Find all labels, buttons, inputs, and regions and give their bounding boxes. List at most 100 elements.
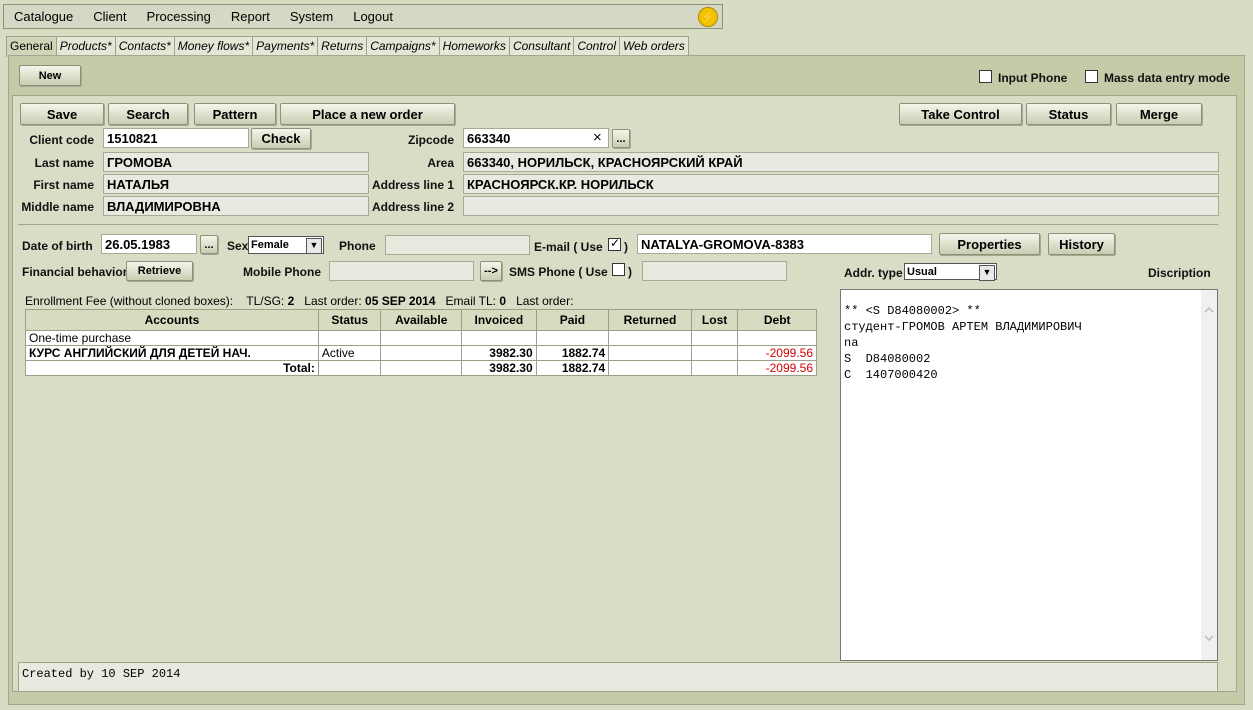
mobile-phone-input[interactable] — [329, 261, 474, 281]
cell — [380, 360, 463, 376]
cell: Active — [317, 345, 382, 361]
sms-phone-input[interactable] — [642, 261, 787, 281]
pattern-button[interactable]: Pattern — [194, 103, 276, 125]
cell — [608, 330, 692, 346]
address-line1-input[interactable]: КРАСНОЯРСК.КР. НОРИЛЬСК — [463, 174, 1219, 194]
sex-select[interactable]: Female ▼ — [248, 236, 324, 254]
tab-campaigns[interactable]: Campaigns* — [366, 36, 440, 56]
sms-use-label: SMS Phone ( Use — [509, 265, 608, 279]
tab-consultant[interactable]: Consultant — [508, 36, 575, 56]
new-button[interactable]: New — [19, 65, 81, 86]
scrollbar[interactable] — [1201, 290, 1217, 660]
menu-processing[interactable]: Processing — [137, 9, 221, 24]
chevron-down-icon: ▼ — [306, 238, 322, 254]
tab-web-orders[interactable]: Web orders — [619, 36, 689, 56]
description-textarea[interactable]: ** <S D84080002> ** студент-ГРОМОВ АРТЕМ… — [840, 289, 1218, 661]
phone-label: Phone — [339, 239, 376, 253]
email-input[interactable]: NATALYA-GROMOVA-8383 — [637, 234, 932, 254]
enrollment-fee-label: Enrollment Fee (without cloned boxes): — [25, 294, 234, 308]
col-returned[interactable]: Returned — [608, 309, 692, 331]
tl-sg-value: 2 — [287, 294, 295, 308]
sex-label: Sex — [227, 239, 249, 253]
zipcode-browse-button[interactable]: ... — [612, 129, 630, 148]
menu-catalogue[interactable]: Catalogue — [4, 9, 83, 24]
mass-entry-checkbox[interactable] — [1085, 70, 1098, 83]
tab-homeworks[interactable]: Homeworks — [438, 36, 510, 56]
email-tl-value: 0 — [499, 294, 507, 308]
cell — [690, 330, 739, 346]
take-control-button[interactable]: Take Control — [899, 103, 1022, 125]
scroll-arrows-icon — [1204, 306, 1214, 642]
search-button[interactable]: Search — [108, 103, 188, 125]
address-line1-label: Address line 1 — [371, 178, 454, 192]
tab-money-flows[interactable]: Money flows* — [173, 36, 254, 56]
description-line: na — [844, 336, 859, 350]
tab-control[interactable]: Control — [573, 36, 620, 56]
cell: Total: — [25, 360, 319, 376]
dob-input[interactable]: 26.05.1983 — [101, 234, 197, 254]
menu-report[interactable]: Report — [221, 9, 280, 24]
col-paid[interactable]: Paid — [535, 309, 610, 331]
place-order-button[interactable]: Place a new order — [280, 103, 455, 125]
email-use-close: ) — [624, 240, 628, 254]
cell: 3982.30 — [461, 345, 537, 361]
first-name-input[interactable]: НАТАЛЬЯ — [103, 174, 369, 194]
description-line: S D84080002 — [844, 352, 931, 366]
properties-button[interactable]: Properties — [939, 233, 1040, 255]
tab-contacts[interactable]: Contacts* — [114, 36, 175, 56]
menu-logout[interactable]: Logout — [343, 9, 403, 24]
description-label: Discription — [1148, 266, 1211, 280]
cell: 1882.74 — [535, 345, 610, 361]
col-available[interactable]: Available — [380, 309, 463, 331]
history-button[interactable]: History — [1048, 233, 1115, 255]
input-phone-checkbox[interactable] — [979, 70, 992, 83]
clear-icon[interactable]: × — [593, 129, 602, 146]
check-button[interactable]: Check — [251, 128, 311, 149]
merge-button[interactable]: Merge — [1116, 103, 1202, 125]
address-line2-input[interactable] — [463, 196, 1219, 216]
menu-client[interactable]: Client — [83, 9, 136, 24]
sms-use-checkbox[interactable] — [612, 263, 625, 276]
cell — [608, 345, 692, 361]
area-input[interactable]: 663340, НОРИЛЬСК, КРАСНОЯРСКИЙ КРАЙ — [463, 152, 1219, 172]
save-button[interactable]: Save — [20, 103, 104, 125]
middle-name-input[interactable]: ВЛАДИМИРОВНА — [103, 196, 369, 216]
chevron-down-icon: ▼ — [979, 265, 995, 281]
col-invoiced[interactable]: Invoiced — [461, 309, 537, 331]
tab-products[interactable]: Products* — [55, 36, 116, 56]
col-lost[interactable]: Lost — [690, 309, 739, 331]
cell — [608, 360, 692, 376]
tab-returns[interactable]: Returns — [317, 36, 368, 56]
phone-input[interactable] — [385, 235, 530, 255]
addr-type-select[interactable]: Usual ▼ — [904, 263, 997, 281]
cell — [690, 345, 739, 361]
sex-value: Female — [251, 239, 289, 251]
cell — [317, 330, 382, 346]
email-use-checkbox[interactable] — [608, 238, 621, 251]
menu-system[interactable]: System — [280, 9, 343, 24]
client-code-input[interactable]: 1510821 — [103, 128, 249, 148]
arrow-button[interactable]: --> — [480, 261, 502, 281]
col-debt[interactable]: Debt — [737, 309, 817, 331]
address-line2-label: Address line 2 — [371, 200, 454, 214]
cell — [461, 330, 537, 346]
cell — [690, 360, 739, 376]
table-row[interactable]: КУРС АНГЛИЙСКИЙ ДЛЯ ДЕТЕЙ НАЧ. Active 39… — [25, 345, 817, 361]
tab-payments[interactable]: Payments* — [252, 36, 319, 56]
dob-picker-button[interactable]: ... — [200, 235, 218, 254]
dob-label: Date of birth — [22, 239, 93, 253]
lightning-icon[interactable]: ⚡ — [698, 7, 718, 27]
area-label: Area — [427, 156, 454, 170]
zipcode-input[interactable]: 663340 — [463, 128, 609, 148]
table-row[interactable]: One-time purchase — [25, 330, 817, 346]
last-name-input[interactable]: ГРОМОВА — [103, 152, 369, 172]
email-tl-label: Email TL: — [445, 294, 497, 308]
cell — [380, 330, 463, 346]
col-status[interactable]: Status — [317, 309, 382, 331]
retrieve-button[interactable]: Retrieve — [126, 261, 193, 281]
cell — [317, 360, 382, 376]
tab-general[interactable]: General — [6, 36, 57, 57]
col-accounts[interactable]: Accounts — [25, 309, 319, 331]
status-button[interactable]: Status — [1026, 103, 1111, 125]
tab-bar: General Products* Contacts* Money flows*… — [6, 36, 689, 57]
